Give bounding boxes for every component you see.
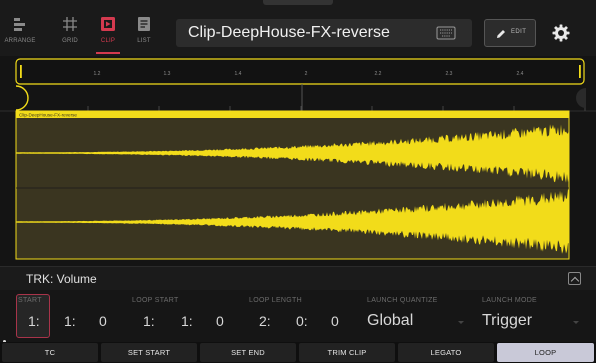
timeline-tick-label: 2.2 [375,71,382,77]
active-tab-underline [96,52,120,54]
start-handle[interactable] [15,85,29,111]
start-bar[interactable]: 1: [28,313,40,329]
gear-icon[interactable] [551,23,571,43]
tab-grid-label: GRID [62,38,78,44]
chevron-down-icon [458,321,464,324]
tab-arrange-label: ARRANGE [4,38,36,44]
start-label: START [18,297,42,304]
top-bar: ARRANGE GRID CLIP LIST Clip-DeepHouse-FX… [0,0,596,56]
timeline-tick-label: 2.3 [446,71,453,77]
waveform-canvas[interactable]: 1.2 1.3 1.4 2 2.2 2.3 2.4 Clip-DeepHouse-FX-re… [0,56,596,266]
collapse-toggle[interactable] [568,272,581,285]
clip-name: Clip-DeepHouse-FX-reverse [188,24,390,41]
loop-length-label: LOOP LENGTH [249,297,302,304]
pencil-icon [497,30,505,38]
set-start-button[interactable]: SET START [101,343,197,362]
loop-button[interactable]: LOOP [497,343,594,362]
loop-end-marker[interactable] [579,65,581,78]
set-end-button[interactable]: SET END [200,343,296,362]
loop-overview-bar[interactable] [15,58,585,85]
end-handle[interactable] [576,88,586,108]
edit-label: EDIT [511,29,527,35]
loop-start-tick[interactable]: 0 [216,313,224,329]
loop-start-beat[interactable]: 1: [181,313,193,329]
keyboard-icon[interactable] [432,25,460,41]
clip-editor[interactable]: 1.2 1.3 1.4 2 2.2 2.3 2.4 Clip-DeepHouse-FX-re… [0,56,596,266]
launch-quantize-select[interactable]: Global [367,312,413,330]
tab-arrange[interactable]: ARRANGE [2,10,38,54]
launch-mode-label: LAUNCH MODE [482,297,538,304]
clip-icon [101,17,115,31]
loop-length-tick[interactable]: 0 [331,313,339,329]
edit-button[interactable]: EDIT [484,19,536,47]
timeline-tick-label: 1.2 [94,71,101,77]
start-beat[interactable]: 1: [64,313,76,329]
loop-length-beat[interactable]: 0: [296,313,308,329]
timeline-tick-label: 1.3 [164,71,171,77]
loop-length-bar[interactable]: 2: [259,313,271,329]
trim-clip-button[interactable]: TRIM CLIP [299,343,395,362]
chevron-down-icon [573,321,579,324]
tab-grid[interactable]: GRID [52,10,88,54]
tc-button[interactable]: TC [2,343,98,362]
clip-header-label: Clip-DeepHouse-FX-reverse [19,113,77,118]
launch-quantize-label: LAUNCH QUANTIZE [367,297,438,304]
tab-list-label: LIST [137,38,151,44]
tab-clip-label: CLIP [100,38,116,44]
loop-start-label: LOOP START [132,297,179,304]
grid-icon [63,17,77,31]
tab-list[interactable]: LIST [126,10,162,54]
start-tick[interactable]: 0 [99,313,107,329]
timeline-tick-label: 2.4 [517,71,524,77]
clip-params: START 1: 1: 0 LOOP START 1: 1: 0 LOOP LE… [0,290,596,342]
track-param-label[interactable]: TRK: Volume [26,272,97,286]
timeline-tick-label: 2 [305,71,308,77]
legato-button[interactable]: LEGATO [398,343,494,362]
arrange-icon [14,18,25,31]
timeline-tick-label: 1.4 [235,71,242,77]
tab-clip[interactable]: CLIP [90,10,126,54]
list-icon [138,17,150,31]
loop-start-bar[interactable]: 1: [143,313,155,329]
loop-start-marker[interactable] [20,65,22,78]
launch-mode-select[interactable]: Trigger [482,312,532,330]
clip-header [16,111,569,118]
bottom-button-bar: TC SET START SET END TRIM CLIP LEGATO LO… [0,342,596,363]
drag-handle[interactable] [263,0,333,5]
clip-name-field[interactable]: Clip-DeepHouse-FX-reverse [176,19,472,47]
track-param-bar: TRK: Volume [0,266,596,290]
